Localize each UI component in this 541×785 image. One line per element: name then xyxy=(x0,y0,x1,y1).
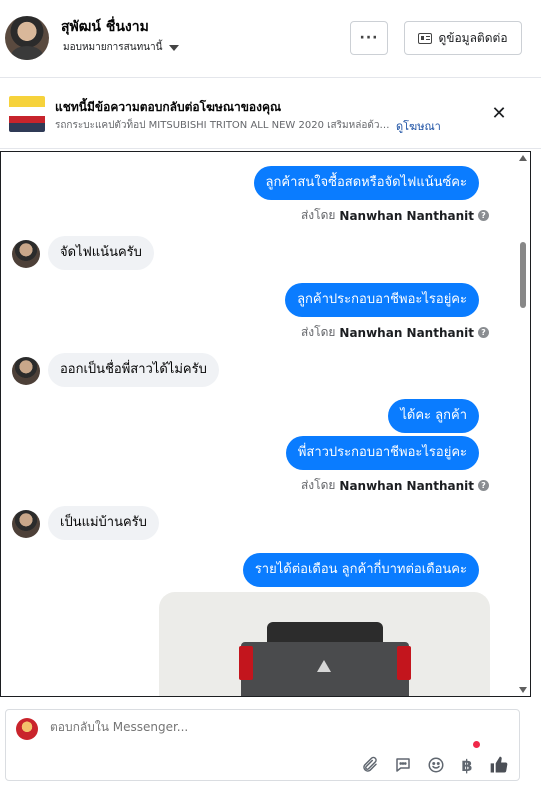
sender-name: Nanwhan Nanthanit xyxy=(339,325,474,340)
view-contact-info-button[interactable]: ดูข้อมูลติดต่อ xyxy=(404,21,522,55)
thread-scrollbar[interactable] xyxy=(515,151,531,697)
attached-photo[interactable] xyxy=(159,592,490,696)
more-options-button[interactable]: ··· xyxy=(350,21,388,55)
notification-dot xyxy=(473,741,480,748)
contact-avatar[interactable] xyxy=(5,16,49,60)
help-icon[interactable]: ? xyxy=(478,327,489,338)
sent-by-label: ส่งโดย Nanwhan Nanthanit ? xyxy=(301,206,489,225)
scrollbar-thumb[interactable] xyxy=(520,242,526,308)
outgoing-message[interactable]: พี่สาวประกอบอาชีพอะไรอยู่คะ xyxy=(285,436,479,470)
reply-input[interactable] xyxy=(50,720,350,734)
smiley-icon[interactable] xyxy=(425,754,447,776)
pickup-truck-image xyxy=(239,622,411,696)
incoming-message[interactable]: ออกเป็นชื่อพี่สาวได้ไม่ครับ xyxy=(48,353,219,387)
contact-avatar-small[interactable] xyxy=(12,510,40,538)
assign-conversation-dropdown[interactable]: มอบหมายการสนทนานี้ xyxy=(63,40,180,55)
help-icon[interactable]: ? xyxy=(478,210,489,221)
ad-banner-title: แชทนี้มีข้อความตอบกลับต่อโฆษณาของคุณ xyxy=(55,100,282,114)
contact-avatar-small[interactable] xyxy=(12,240,40,268)
outgoing-message[interactable]: ลูกค้าสนใจซื้อสดหรือจัดไฟแน้นซ์คะ xyxy=(253,166,479,200)
view-ad-link[interactable]: ดูโฆษณา xyxy=(396,117,441,135)
paperclip-icon[interactable] xyxy=(359,754,381,776)
message-thread[interactable]: ลูกค้าสนใจซื้อสดหรือจัดไฟแน้นซ์คะ ส่งโดย… xyxy=(0,151,531,697)
page-avatar xyxy=(16,718,38,740)
scroll-up-arrow-icon[interactable] xyxy=(519,155,527,161)
incoming-message[interactable]: เป็นแม่บ้านครับ xyxy=(48,506,159,540)
outgoing-message[interactable]: รายได้ต่อเดือน ลูกค้ากี่บาทต่อเดือนคะ xyxy=(242,553,479,587)
ad-thumbnail[interactable] xyxy=(9,96,45,132)
sent-by-label: ส่งโดย Nanwhan Nanthanit ? xyxy=(301,476,489,495)
incoming-message[interactable]: จัดไฟแน้นครับ xyxy=(48,236,154,270)
contact-avatar-small[interactable] xyxy=(12,357,40,385)
contact-name[interactable]: สุพัฒน์ ชื่นงาม xyxy=(61,16,149,38)
outgoing-message[interactable]: ลูกค้าประกอบอาชีพอะไรอยู่คะ xyxy=(285,283,479,317)
help-icon[interactable]: ? xyxy=(478,480,489,491)
caret-down-icon xyxy=(169,44,180,51)
scroll-down-arrow-icon[interactable] xyxy=(519,687,527,693)
contact-card-icon xyxy=(418,32,433,44)
chat-bubble-icon[interactable] xyxy=(392,754,414,776)
sender-name: Nanwhan Nanthanit xyxy=(339,478,474,493)
view-contact-info-label: ดูข้อมูลติดต่อ xyxy=(438,30,508,45)
sender-name: Nanwhan Nanthanit xyxy=(339,208,474,223)
ad-banner-subtitle: รถกระบะแคปตัวท็อป MITSUBISHI TRITON ALL … xyxy=(55,120,390,131)
baht-icon[interactable]: ฿ xyxy=(456,754,478,776)
reply-composer: ฿ xyxy=(5,709,520,781)
close-icon[interactable]: ✕ xyxy=(489,104,509,124)
thumbs-up-icon[interactable] xyxy=(488,754,510,776)
conversation-header: สุพัฒน์ ชื่นงาม มอบหมายการสนทนานี้ ··· ด… xyxy=(0,0,541,78)
outgoing-message[interactable]: ได้คะ ลูกค้า xyxy=(388,399,479,433)
sent-by-label: ส่งโดย Nanwhan Nanthanit ? xyxy=(301,323,489,342)
assign-conversation-label: มอบหมายการสนทนานี้ xyxy=(63,42,163,53)
